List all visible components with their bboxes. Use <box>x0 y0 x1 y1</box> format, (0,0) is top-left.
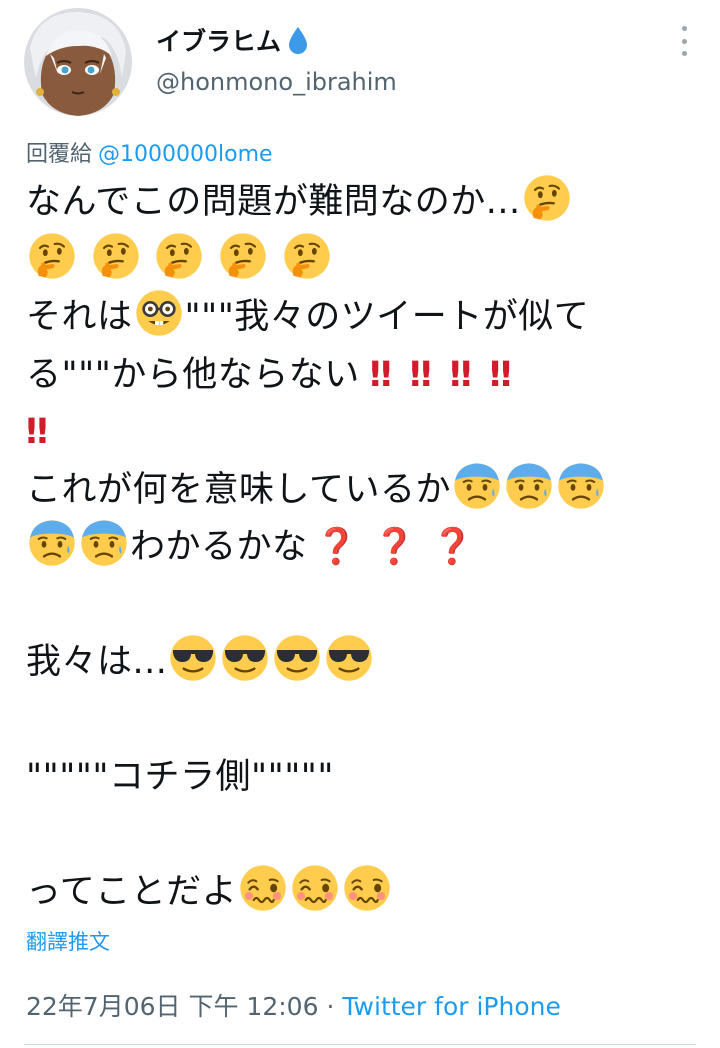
tweet-text-fragment: これが何を意味しているか <box>26 469 451 510</box>
thinking-face-icon <box>155 232 203 280</box>
tweet-line <box>26 232 694 290</box>
display-name[interactable]: イブラヒム <box>156 22 281 58</box>
tweet-line: これが何を意味しているか <box>26 462 694 520</box>
tweet-line: 我々は... <box>26 634 694 692</box>
tweet-timestamp[interactable]: 22年7月06日 下午 12:06 <box>26 992 318 1021</box>
anxious-face-icon <box>505 462 553 510</box>
tweet-line: """""コチラ側""""" <box>26 749 694 807</box>
thinking-face-icon <box>283 232 331 280</box>
sunglasses-face-icon <box>169 634 217 682</box>
meta-separator: · <box>326 992 335 1021</box>
question-mark-icon: ❓ <box>314 527 359 567</box>
anxious-face-icon <box>80 519 128 567</box>
anxious-face-icon <box>557 462 605 510</box>
translate-tweet-link[interactable]: 翻譯推文 <box>26 926 110 956</box>
tweet-line: なんでこの問題が難問なのか... <box>26 174 694 232</box>
divider <box>24 1044 696 1045</box>
tweet-line: ってことだよ <box>26 864 694 922</box>
tweet-header: イブラヒム @honmono_ibrahim <box>24 6 696 116</box>
tweet-text-fragment: ってことだよ <box>26 872 238 912</box>
thinking-face-icon <box>523 174 571 222</box>
character-avatar-icon <box>24 8 132 116</box>
question-mark-icon: ❓ <box>430 527 475 567</box>
anxious-face-icon <box>28 519 76 567</box>
tweet-line: ‼ <box>26 404 694 462</box>
tweet-line: る"""から他ならない ‼ ‼ ‼ ‼ <box>26 347 694 405</box>
tweet-text-fragment: なんでこの問題が難問なのか... <box>26 182 521 222</box>
tweet-text-fragment: """""コチラ側""""" <box>26 757 334 797</box>
woozy-face-icon <box>239 864 287 912</box>
author-name-row[interactable]: イブラヒム <box>156 22 309 58</box>
tweet-line: それは """我々のツイートが似て <box>26 289 694 347</box>
thinking-face-icon <box>219 232 267 280</box>
more-options-icon[interactable] <box>672 26 696 56</box>
author-handle[interactable]: @honmono_ibrahim <box>156 68 397 96</box>
tweet-text-fragment: """我々のツイートが似て <box>184 297 590 337</box>
tweet-text-fragment: 我々は... <box>26 642 168 682</box>
tweet-meta: 22年7月06日 下午 12:06 · Twitter for iPhone <box>26 987 561 1023</box>
double-exclamation-icon: ‼ <box>449 354 472 395</box>
double-exclamation-icon: ‼ <box>26 412 48 452</box>
woozy-face-icon <box>291 864 339 912</box>
double-exclamation-icon: ‼ <box>369 354 392 395</box>
tweet-text-fragment: る"""から他ならない <box>26 354 360 395</box>
thinking-face-icon <box>92 232 140 280</box>
double-exclamation-icon: ‼ <box>409 354 432 395</box>
water-drop-icon <box>287 25 309 55</box>
tweet-line: わかるかな ❓ ❓ ❓ <box>26 519 694 577</box>
avatar[interactable] <box>24 8 132 116</box>
reply-prefix: 回覆給 <box>26 142 93 167</box>
question-mark-icon: ❓ <box>372 527 417 567</box>
tweet-text: なんでこの問題が難問なのか... それは """我々のツイートが似て る"""から… <box>26 174 694 922</box>
thinking-face-icon <box>28 232 76 280</box>
reply-mention-link[interactable]: @1000000lome <box>98 142 273 167</box>
double-exclamation-icon: ‼ <box>489 354 512 395</box>
sunglasses-face-icon <box>325 634 373 682</box>
reply-to: 回覆給 @1000000lome <box>26 136 273 168</box>
tweet-text-fragment: わかるかな <box>130 527 308 567</box>
sunglasses-face-icon <box>273 634 321 682</box>
sunglasses-face-icon <box>221 634 269 682</box>
nerd-face-icon <box>135 289 183 337</box>
tweet-source-link[interactable]: Twitter for iPhone <box>342 992 560 1021</box>
anxious-face-icon <box>453 462 501 510</box>
woozy-face-icon <box>343 864 391 912</box>
tweet-text-fragment: それは <box>26 297 133 337</box>
